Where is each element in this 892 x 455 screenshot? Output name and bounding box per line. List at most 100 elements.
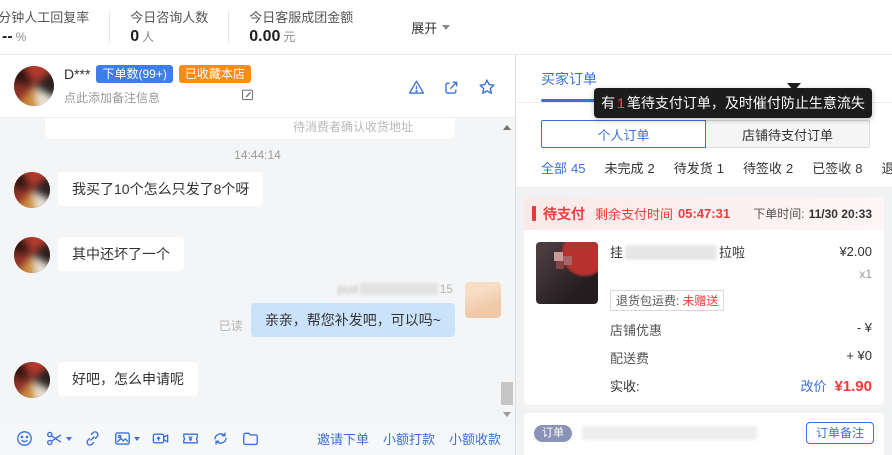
image-icon[interactable] — [113, 429, 140, 448]
seller-avatar — [465, 282, 501, 318]
read-status: 已读 — [218, 319, 243, 333]
order-footer-card: 订单 订单备注 — [524, 413, 884, 455]
filter-all[interactable]: 全部 45 — [541, 158, 585, 177]
pending-count: 1 — [617, 95, 625, 111]
system-status-text: 待消费者确认收货地址 — [292, 120, 413, 134]
stat-label: 3分钟人工回复率 — [0, 9, 90, 25]
invite-order-link[interactable]: 邀请下单 — [317, 429, 369, 448]
video-icon[interactable] — [151, 429, 170, 448]
stat-value: -- — [2, 27, 13, 45]
fee-row-delivery: 配送费 + ¥0 — [610, 348, 872, 366]
stat-unit: % — [15, 29, 27, 44]
tab-buyer-orders[interactable]: 买家订单 — [541, 69, 597, 89]
chat-message-area: 待消费者确认收货地址 14:44:14 我买了10个怎么只发了8个呀 其中还坏了… — [0, 118, 515, 424]
message-buyer: 好吧，怎么申请呢 — [14, 362, 501, 398]
orders-list: 待支付 剩余支付时间 05:47:31 下单时间: 11/30 20:33 挂 … — [516, 188, 892, 455]
screenshot-scissors-icon[interactable] — [45, 429, 72, 448]
chevron-down-icon — [442, 24, 451, 30]
countdown-label: 剩余支付时间 — [595, 207, 674, 222]
refund-icon[interactable] — [211, 429, 230, 448]
scrollbar-down-arrow[interactable] — [503, 412, 511, 417]
coupon-icon[interactable] — [181, 429, 200, 448]
report-warning-icon[interactable] — [407, 78, 426, 97]
message-buyer: 我买了10个怎么只发了8个呀 — [14, 172, 501, 208]
chat-panel: D*** 下单数(99+) 已收藏本店 点此添加备注信息 待消费者确认收货地址 … — [0, 55, 515, 455]
expand-button[interactable]: 展开 — [411, 18, 451, 37]
small-payment-link[interactable]: 小额打款 — [383, 429, 435, 448]
order-filters: 全部45 未完成2 待发货1 待签收2 已签收8 退款中32 — [516, 148, 892, 188]
orders-panel: 买家订单 有 1 笔待支付订单，及时催付防止生意流失 个人订单 店铺待支付订单 全部… — [515, 55, 892, 455]
emoji-icon[interactable] — [15, 429, 34, 448]
edit-note-icon[interactable] — [240, 87, 255, 107]
total-amount: ¥1.90 — [834, 378, 872, 395]
stats-topbar: 3分钟人工回复率 -- % 今日咨询人数 0 人 今日客服成团金额 0.00 元… — [0, 0, 892, 55]
buyer-avatar — [14, 237, 50, 273]
message-buyer: 其中还坏了一个 — [14, 237, 501, 273]
scrollbar-up-arrow[interactable] — [503, 125, 511, 130]
stat-unit: 人 — [142, 29, 155, 44]
stat-label: 今日客服成团金额 — [249, 9, 354, 25]
seller-name: pud 15 — [337, 282, 453, 296]
stat-value: 0.00 — [249, 27, 281, 45]
redacted-text — [359, 283, 438, 295]
filter-refunding[interactable]: 退款中32 — [881, 158, 892, 177]
product-title[interactable]: 挂 拉啦 ¥2.00 — [610, 242, 872, 261]
order-count-badge: 下单数(99+) — [96, 65, 173, 83]
order-card: 待支付 剩余支付时间 05:47:31 下单时间: 11/30 20:33 挂 … — [524, 197, 884, 405]
tooltip-arrow — [786, 83, 801, 91]
order-time-label: 下单时间: — [753, 207, 805, 221]
divider — [228, 11, 230, 43]
order-status: 待支付 — [543, 205, 585, 222]
link-icon[interactable] — [83, 429, 102, 448]
message-bubble: 其中还坏了一个 — [58, 237, 184, 271]
chevron-down-icon — [134, 436, 140, 441]
status-bar — [532, 206, 536, 221]
star-icon[interactable] — [477, 77, 497, 97]
redacted-order-number — [582, 426, 757, 440]
buyer-name: D*** — [64, 66, 91, 82]
product-qty: x1 — [859, 267, 872, 281]
filter-to-receive[interactable]: 待签收 2 — [743, 158, 793, 177]
total-row: 实收: 改价 ¥1.90 — [610, 376, 872, 395]
share-icon[interactable] — [442, 78, 461, 97]
stat-unit: 元 — [283, 29, 296, 44]
small-collect-link[interactable]: 小额收款 — [449, 429, 501, 448]
seller-workbench: 3分钟人工回复率 -- % 今日咨询人数 0 人 今日客服成团金额 0.00 元… — [0, 0, 892, 455]
filter-incomplete[interactable]: 未完成 2 — [604, 158, 654, 177]
stat-deal-amount: 今日客服成团金额 0.00 元 — [249, 9, 353, 46]
buyer-avatar — [14, 66, 54, 106]
stat-visitors: 今日咨询人数 0 人 — [130, 9, 208, 46]
message-bubble: 亲亲，帮您补发吧，可以吗~ — [250, 303, 455, 337]
scrollbar-thumb[interactable] — [501, 382, 513, 405]
freight-insurance-tag: 退货包运费: 未赠送 — [610, 290, 725, 311]
message-bubble: 好吧，怎么申请呢 — [58, 362, 198, 396]
filter-received[interactable]: 已签收 8 — [812, 158, 862, 177]
pending-payment-tooltip: 有 1 笔待支付订单，及时催付防止生意流失 — [594, 88, 872, 118]
order-type-segmented: 个人订单 店铺待支付订单 — [541, 120, 870, 148]
buyer-avatar — [14, 362, 50, 398]
segment-personal-orders[interactable]: 个人订单 — [541, 120, 706, 148]
chat-header: D*** 下单数(99+) 已收藏本店 点此添加备注信息 — [0, 55, 515, 118]
stat-reply-rate: 3分钟人工回复率 -- % — [0, 9, 89, 46]
product-image — [536, 242, 598, 304]
order-badge: 订单 — [534, 424, 572, 442]
product-row: 挂 拉啦 ¥2.00 x1 退货包运费: 未赠送 — [536, 242, 872, 311]
chat-scrollbar[interactable] — [500, 118, 514, 424]
stat-value: 0 — [130, 27, 140, 45]
change-price-link[interactable]: 改价 — [800, 376, 826, 395]
filter-to-ship[interactable]: 待发货 1 — [674, 158, 724, 177]
message-bubble: 我买了10个怎么只发了8个呀 — [58, 172, 264, 206]
message-seller: pud 15 已读 亲亲，帮您补发吧，可以吗~ — [14, 282, 501, 337]
chat-toolbar: 邀请下单 小额打款 小额收款 — [0, 424, 515, 455]
chat-timestamp: 14:44:14 — [234, 148, 281, 162]
order-note-button[interactable]: 订单备注 — [805, 422, 874, 444]
chevron-down-icon — [66, 436, 72, 441]
favorited-shop-badge: 已收藏本店 — [178, 65, 251, 83]
buyer-avatar — [14, 172, 50, 208]
redacted-text — [625, 244, 718, 259]
folder-icon[interactable] — [241, 429, 260, 448]
segment-shop-pending-orders[interactable]: 店铺待支付订单 — [706, 120, 870, 148]
add-note-link[interactable]: 点此添加备注信息 — [64, 89, 160, 106]
system-status-card: 待消费者确认收货地址 — [45, 118, 455, 139]
countdown-value: 05:47:31 — [678, 206, 731, 221]
